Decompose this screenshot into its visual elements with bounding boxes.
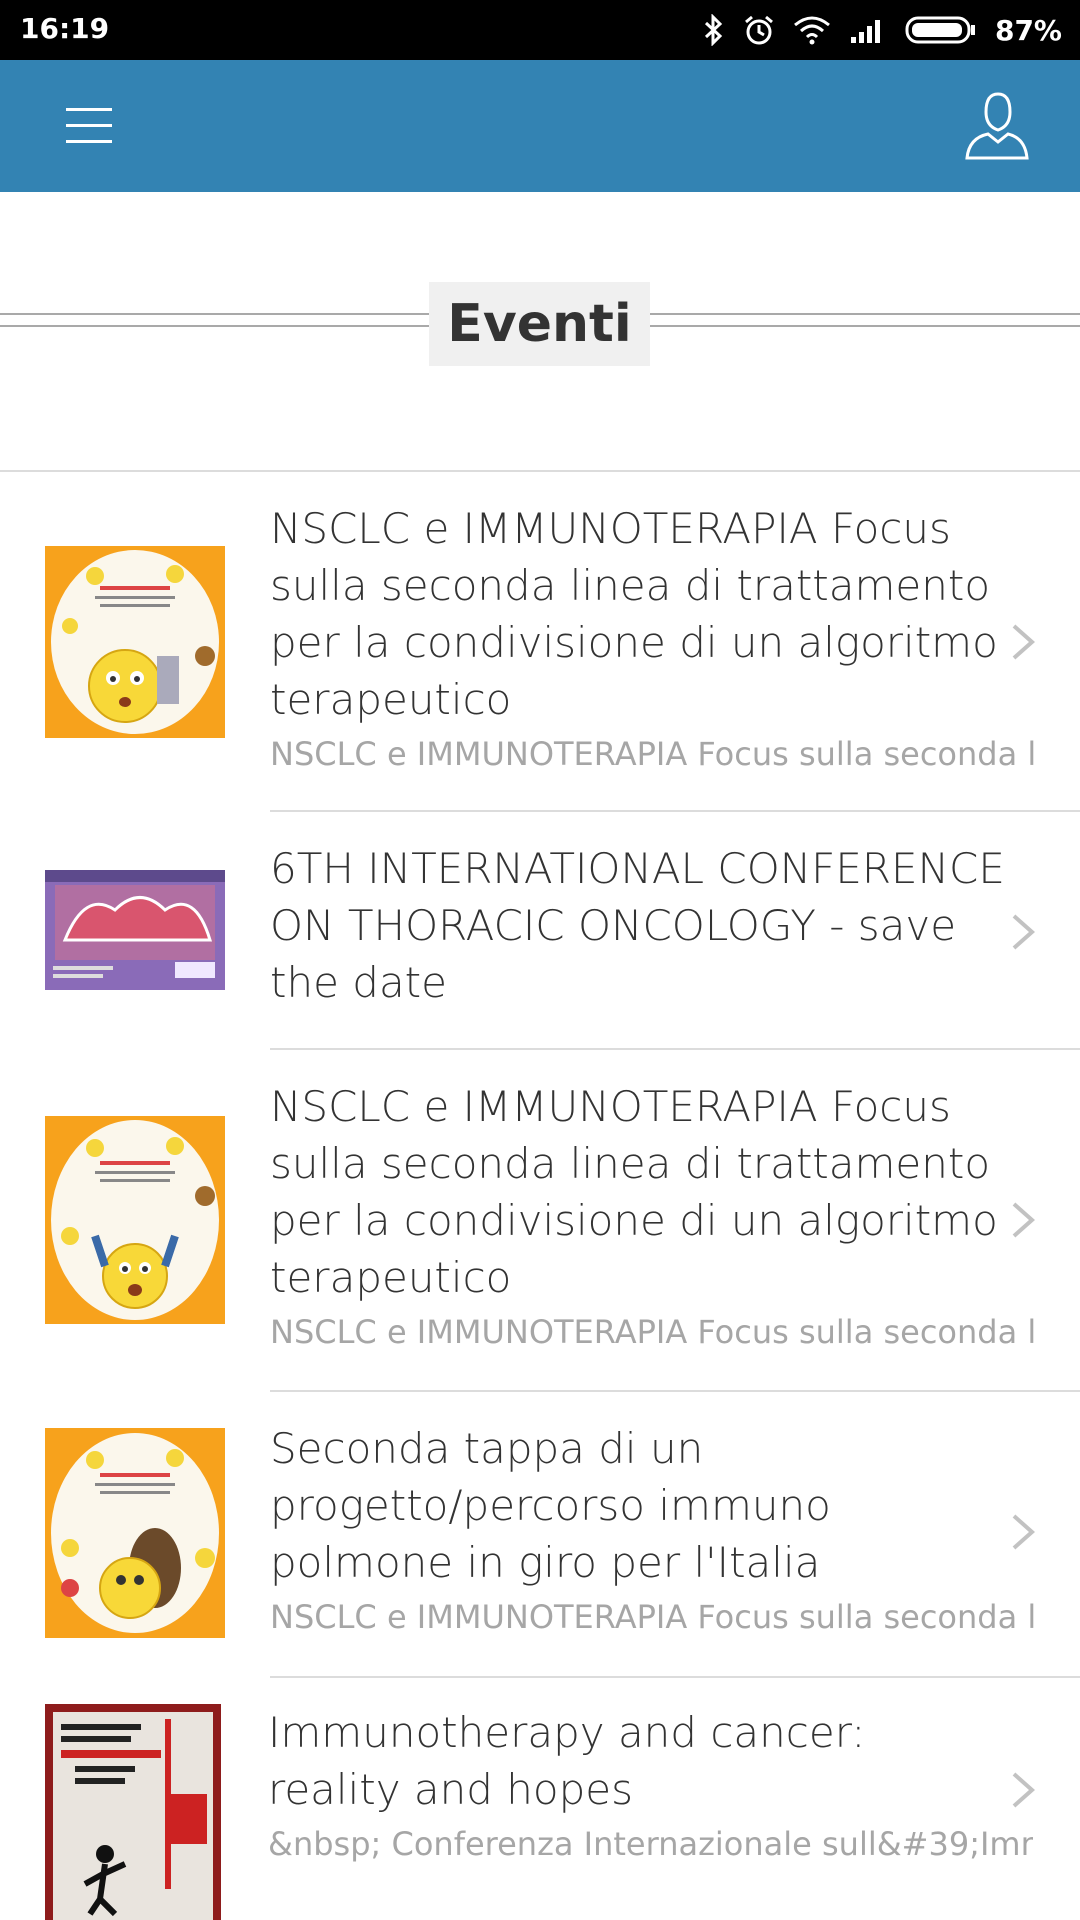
chevron-right-icon — [1012, 1772, 1036, 1808]
event-thumbnail — [45, 1116, 225, 1324]
event-list-item[interactable]: Immunotherapy and cancer: reality and ho… — [0, 1678, 1080, 1920]
status-bar: 16:19 87% — [0, 0, 1080, 60]
event-text: 6TH INTERNATIONAL CONFERENCE ON THORACIC… — [270, 840, 1010, 1011]
signal-icon — [850, 20, 880, 43]
event-text: Seconda tappa di un progetto/percorso im… — [270, 1420, 1035, 1637]
event-thumbnail — [45, 870, 225, 990]
event-subtitle: NSCLC e IMMUNOTERAPIA Focus sulla second… — [270, 735, 1035, 773]
menu-button[interactable] — [56, 98, 122, 154]
chevron-right-icon — [1012, 1514, 1036, 1550]
wifi-icon — [794, 16, 830, 45]
event-text: NSCLC e IMMUNOTERAPIA Focus sulla second… — [270, 500, 1035, 774]
battery-percent: 87% — [994, 13, 1062, 47]
status-icons: 87% — [703, 8, 1062, 52]
event-title: Immunotherapy and cancer: reality and ho… — [268, 1708, 866, 1814]
event-title: 6TH INTERNATIONAL CONFERENCE ON THORACIC… — [270, 844, 1005, 1007]
bluetooth-icon — [704, 14, 723, 46]
event-list-item[interactable]: Seconda tappa di un progetto/percorso im… — [0, 1392, 1080, 1678]
event-list-item[interactable]: NSCLC e IMMUNOTERAPIA Focus sulla second… — [0, 472, 1080, 812]
event-thumbnail — [45, 1704, 221, 1920]
page-title: Eventi — [429, 282, 650, 366]
event-subtitle: &nbsp; Conferenza Internazionale sull&#3… — [268, 1825, 1033, 1863]
section-header: Eventi — [0, 282, 1080, 366]
event-title: Seconda tappa di un progetto/percorso im… — [270, 1424, 831, 1587]
chevron-right-icon — [1012, 914, 1036, 950]
profile-button[interactable] — [962, 90, 1032, 162]
event-list-item[interactable]: 6TH INTERNATIONAL CONFERENCE ON THORACIC… — [0, 812, 1080, 1050]
hamburger-menu-icon — [66, 108, 112, 143]
event-list-item[interactable]: NSCLC e IMMUNOTERAPIA Focus sulla second… — [0, 1050, 1080, 1392]
alarm-icon — [745, 15, 773, 45]
event-title: NSCLC e IMMUNOTERAPIA Focus sulla second… — [270, 1082, 998, 1302]
event-text: NSCLC e IMMUNOTERAPIA Focus sulla second… — [270, 1078, 1035, 1352]
app-bar — [0, 60, 1080, 192]
user-profile-icon — [965, 92, 1029, 160]
event-subtitle: NSCLC e IMMUNOTERAPIA Focus sulla second… — [270, 1598, 1035, 1636]
chevron-right-icon — [1012, 624, 1036, 660]
battery-icon — [905, 16, 975, 44]
event-text: Immunotherapy and cancer: reality and ho… — [268, 1704, 1033, 1864]
chevron-right-icon — [1012, 1202, 1036, 1238]
event-thumbnail — [45, 546, 225, 738]
event-title: NSCLC e IMMUNOTERAPIA Focus sulla second… — [270, 504, 998, 724]
status-time: 16:19 — [20, 12, 110, 45]
event-subtitle: NSCLC e IMMUNOTERAPIA Focus sulla second… — [270, 1313, 1035, 1351]
event-thumbnail — [45, 1428, 225, 1638]
